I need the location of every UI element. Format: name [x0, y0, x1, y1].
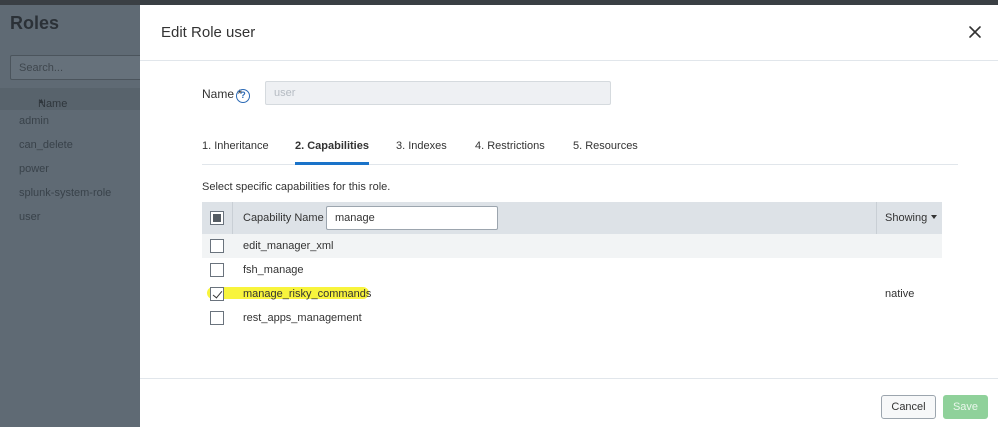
table-row: rest_apps_management — [202, 306, 942, 330]
help-icon[interactable]: ? — [236, 89, 250, 103]
capability-checkbox[interactable] — [210, 263, 224, 277]
capability-name: fsh_manage — [243, 264, 304, 276]
sort-icon: ▲ — [38, 98, 45, 105]
tab-capabilities[interactable]: 2. Capabilities — [295, 140, 369, 165]
modal-footer: Cancel Save — [140, 378, 998, 427]
modal-header: Edit Role user — [140, 5, 998, 61]
cancel-button[interactable]: Cancel — [881, 395, 936, 419]
roles-search-input[interactable]: Search... — [10, 55, 145, 80]
capability-name: edit_manager_xml — [243, 240, 334, 252]
close-icon[interactable] — [966, 23, 984, 41]
table-row: manage_risky_commands native — [202, 282, 942, 306]
role-row[interactable]: admin — [0, 110, 140, 134]
edit-role-modal: Edit Role user Name * ? 1. Inheritance 2… — [140, 5, 998, 427]
table-header: Capability Name Showing — [202, 202, 942, 234]
save-button[interactable]: Save — [943, 395, 988, 419]
capability-name-header: Capability Name — [243, 212, 324, 224]
capability-source: native — [885, 288, 915, 300]
column-divider — [232, 202, 233, 234]
table-row: fsh_manage — [202, 258, 942, 282]
role-tabs: 1. Inheritance 2. Capabilities 3. Indexe… — [202, 135, 958, 165]
modal-title: Edit Role user — [161, 24, 256, 41]
roles-list: admin can_delete power splunk-system-rol… — [0, 110, 140, 230]
tab-inheritance[interactable]: 1. Inheritance — [202, 140, 269, 165]
role-row[interactable]: can_delete — [0, 134, 140, 158]
showing-dropdown[interactable]: Showing — [885, 212, 938, 224]
capability-name: rest_apps_management — [243, 312, 362, 324]
table-row: edit_manager_xml — [202, 234, 942, 258]
select-all-checkbox[interactable] — [210, 211, 224, 225]
caret-down-icon — [931, 215, 938, 219]
tab-indexes[interactable]: 3. Indexes — [396, 140, 447, 165]
role-row[interactable]: power — [0, 158, 140, 182]
column-divider — [876, 202, 877, 234]
capabilities-table: Capability Name Showing edit_manager_xml… — [202, 202, 942, 330]
roles-column-header[interactable]: Name ▲ — [0, 88, 140, 110]
capability-filter-input[interactable] — [326, 206, 498, 230]
page-title: Roles — [10, 13, 60, 33]
capabilities-description: Select specific capabilities for this ro… — [202, 181, 391, 193]
role-row[interactable]: splunk-system-role — [0, 182, 140, 206]
tab-restrictions[interactable]: 4. Restrictions — [475, 140, 545, 165]
capability-name: manage_risky_commands — [243, 288, 372, 300]
name-field[interactable] — [265, 81, 611, 105]
tab-resources[interactable]: 5. Resources — [573, 140, 638, 165]
showing-label: Showing — [885, 212, 928, 224]
role-row[interactable]: user — [0, 206, 140, 230]
capability-checkbox[interactable] — [210, 239, 224, 253]
capability-checkbox[interactable] — [210, 311, 224, 325]
capability-checkbox[interactable] — [210, 287, 224, 301]
name-label-text: Name — [202, 87, 235, 101]
